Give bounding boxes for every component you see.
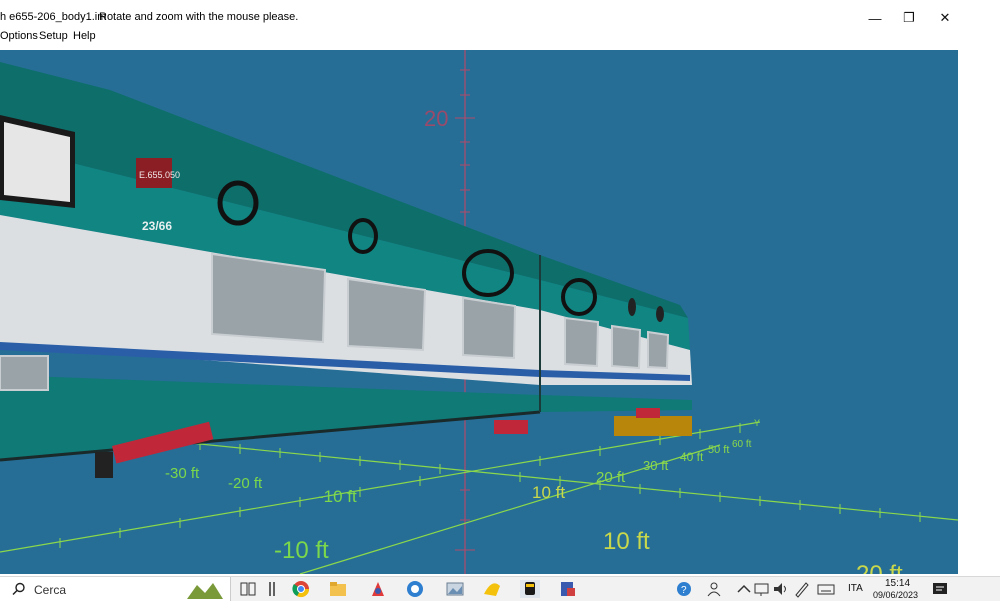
svg-text:?: ?	[681, 585, 687, 596]
vertical-label-20: 20	[424, 106, 448, 131]
widgets-icon[interactable]	[262, 580, 282, 598]
window-title: h e655-206_body1.im	[0, 11, 107, 23]
axis-label-minus-10-large: -10 ft	[274, 537, 329, 564]
plate-text: E.655.050	[139, 170, 180, 180]
menu-options[interactable]: Options	[0, 30, 38, 42]
maximize-button[interactable]: ❐	[891, 6, 927, 30]
minimize-icon: —	[868, 10, 882, 26]
loco-lower-side	[0, 375, 692, 460]
chevron-up-icon[interactable]	[734, 580, 754, 598]
menu-bar: Options Setup Help	[0, 28, 1000, 46]
people-icon[interactable]	[706, 580, 726, 598]
axis-label-60: 60 ft	[732, 439, 752, 450]
maximize-icon: ❐	[903, 10, 915, 25]
language-indicator[interactable]: ITA	[848, 583, 863, 594]
network-icon[interactable]	[752, 580, 772, 598]
volume-icon[interactable]	[771, 580, 791, 598]
menu-setup[interactable]: Setup	[39, 30, 68, 42]
clock-date[interactable]: 09/06/2023	[873, 590, 918, 600]
axis-label-minus-20: -20 ft	[228, 475, 263, 492]
app-icon-red[interactable]	[368, 580, 388, 598]
keyboard-icon[interactable]	[816, 580, 836, 598]
axis-label-minus-10: -10 ft	[318, 487, 357, 506]
scene: 20 E.655.050 23/66 -30 ft -20 ft -10 ft …	[0, 50, 958, 574]
locomotive: E.655.050 23/66	[0, 62, 692, 478]
axis-label-10: 10 ft	[532, 483, 565, 502]
app-icon-image[interactable]	[445, 580, 465, 598]
loco-number: 23/66	[142, 219, 172, 233]
taskbar: Cerca ? ITA 15:14 09/06/2023	[0, 576, 1000, 601]
app-icon-editor[interactable]	[558, 580, 578, 598]
chrome-icon[interactable]	[291, 580, 311, 598]
pen-icon[interactable]	[792, 580, 812, 598]
title-message: Rotate and zoom with the mouse please.	[99, 11, 299, 23]
task-view-icon[interactable]	[238, 580, 258, 598]
taskbar-search[interactable]: Cerca	[0, 577, 231, 601]
file-explorer-icon[interactable]	[328, 580, 348, 598]
axis-label-50: 50 ft	[708, 444, 729, 456]
axis-label-20: 20 ft	[596, 469, 626, 486]
app-icon-train[interactable]	[520, 580, 540, 598]
minimize-button[interactable]: —	[857, 6, 893, 30]
axis-label-30: 30 ft	[643, 458, 669, 473]
search-placeholder: Cerca	[34, 583, 67, 597]
app-icon-blue[interactable]	[405, 580, 425, 598]
clock-time[interactable]: 15:14	[885, 578, 910, 589]
axis-label-10-large: 10 ft	[603, 528, 650, 555]
axis-label-minus-30: -30 ft	[165, 465, 200, 482]
right-margin	[958, 50, 1000, 574]
close-button[interactable]: ✕	[927, 6, 963, 30]
front-bumper	[614, 416, 692, 436]
axis-label-40: 40 ft	[680, 450, 704, 464]
axis-label-y: Y	[754, 418, 760, 428]
help-icon[interactable]: ?	[674, 580, 694, 598]
notification-icon[interactable]	[930, 580, 950, 598]
brake-unit	[95, 452, 113, 478]
axis-label-corner: 20 ft	[856, 561, 903, 574]
3d-viewport[interactable]: 20 E.655.050 23/66 -30 ft -20 ft -10 ft …	[0, 50, 958, 574]
weather-widget-icon	[187, 583, 223, 599]
close-icon: ✕	[939, 10, 951, 25]
app-icon-yellow[interactable]	[482, 580, 502, 598]
menu-help[interactable]: Help	[73, 30, 96, 42]
search-icon	[12, 582, 25, 596]
